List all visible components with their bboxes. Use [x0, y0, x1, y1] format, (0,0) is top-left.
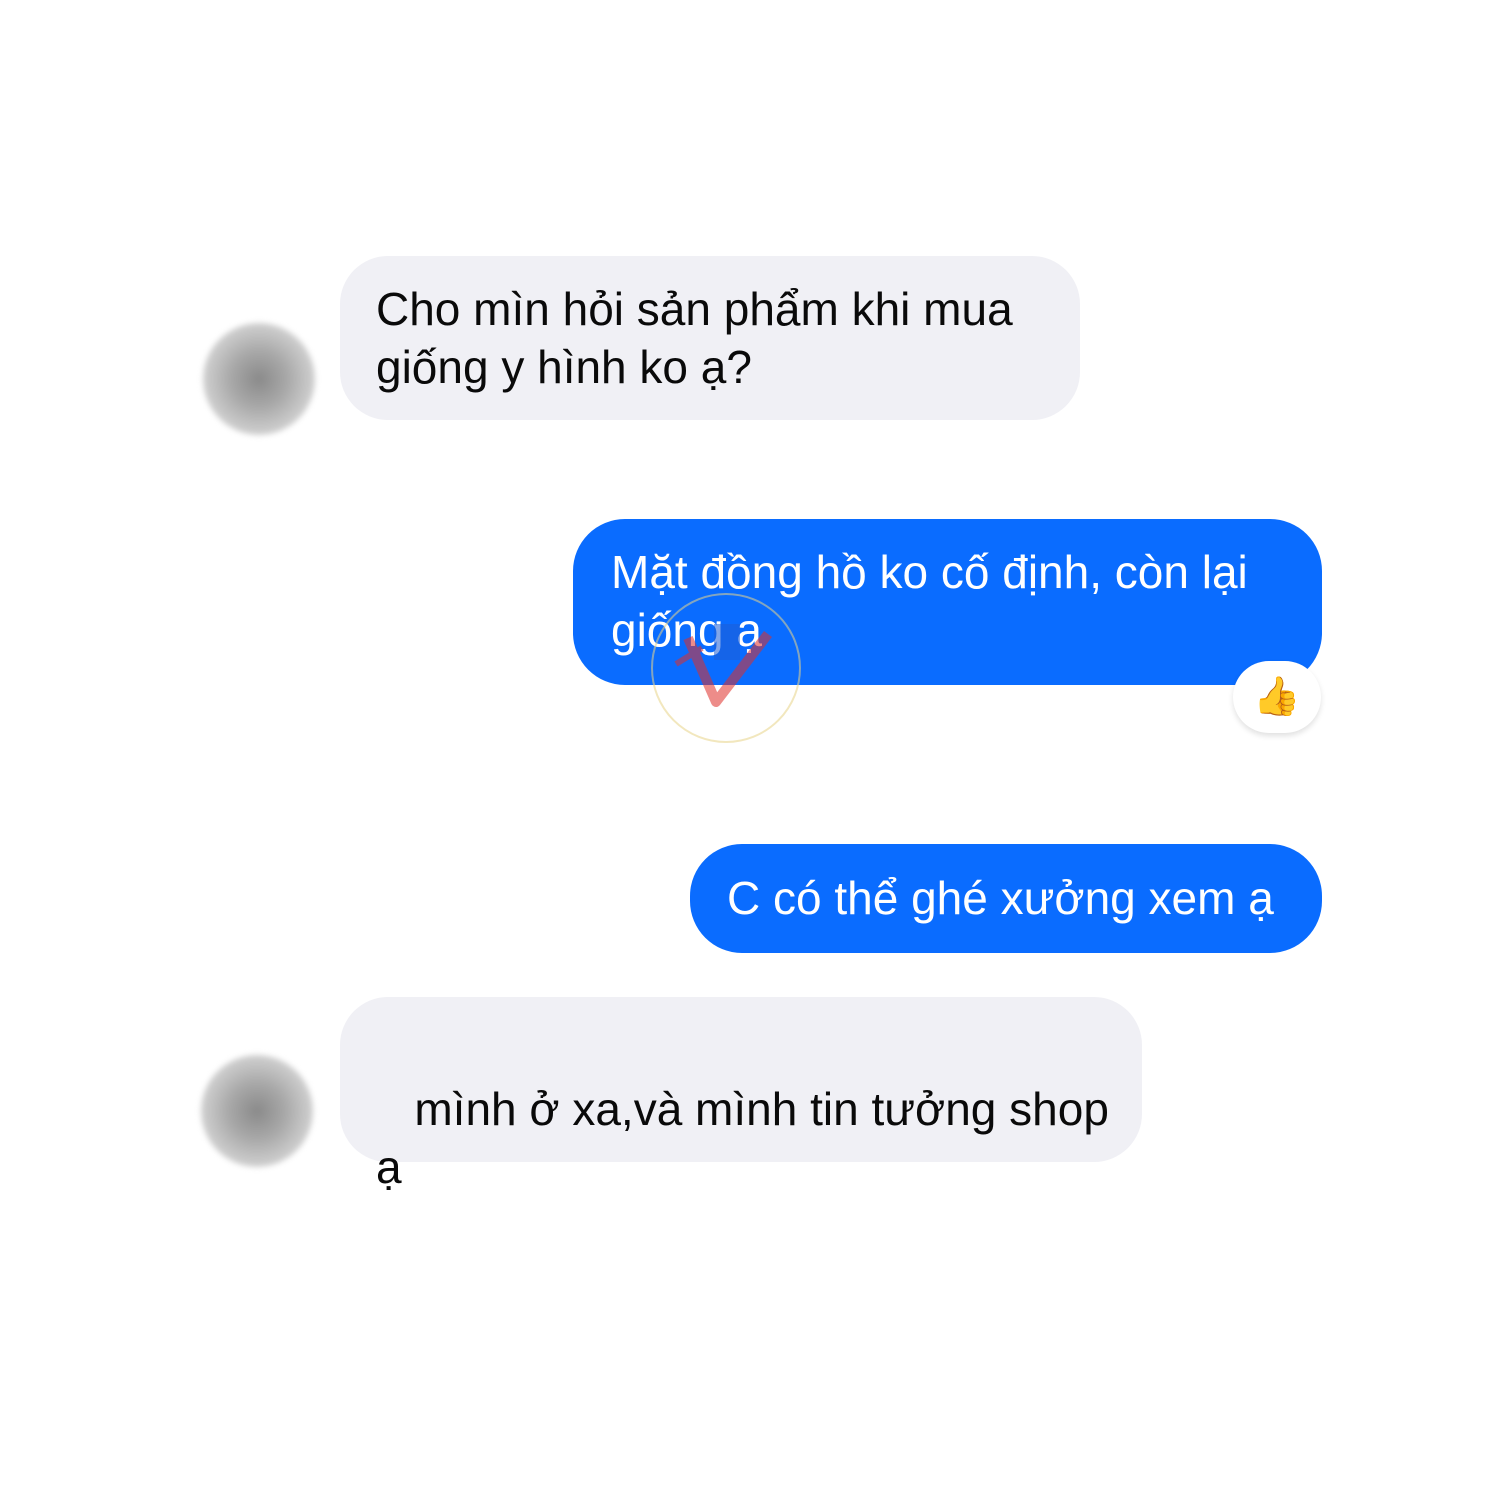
message-text: mình ở xa,và mình tin tưởng shop ạ [376, 1083, 1122, 1193]
incoming-message-bubble[interactable]: mình ở xa,và mình tin tưởng shop ạ [340, 997, 1142, 1193]
message-text: Mặt đồng hồ ko cố định, còn lại giống ạ [611, 546, 1248, 656]
incoming-message-bubble[interactable]: Cho mìn hỏi sản phẩm khi mua giống y hìn… [340, 256, 1080, 420]
outgoing-message-bubble[interactable]: Mặt đồng hồ ko cố định, còn lại giống ạ [573, 519, 1322, 685]
avatar[interactable] [201, 1055, 313, 1167]
message-text: C có thể ghé xưởng xem ạ [727, 872, 1274, 924]
avatar[interactable] [203, 323, 315, 435]
message-text: Cho mìn hỏi sản phẩm khi mua giống y hìn… [376, 283, 1013, 393]
thumbs-up-icon: 👍 [1253, 676, 1301, 718]
reaction-badge[interactable]: 👍 [1233, 661, 1321, 733]
outgoing-message-bubble[interactable]: C có thể ghé xưởng xem ạ [690, 844, 1322, 953]
